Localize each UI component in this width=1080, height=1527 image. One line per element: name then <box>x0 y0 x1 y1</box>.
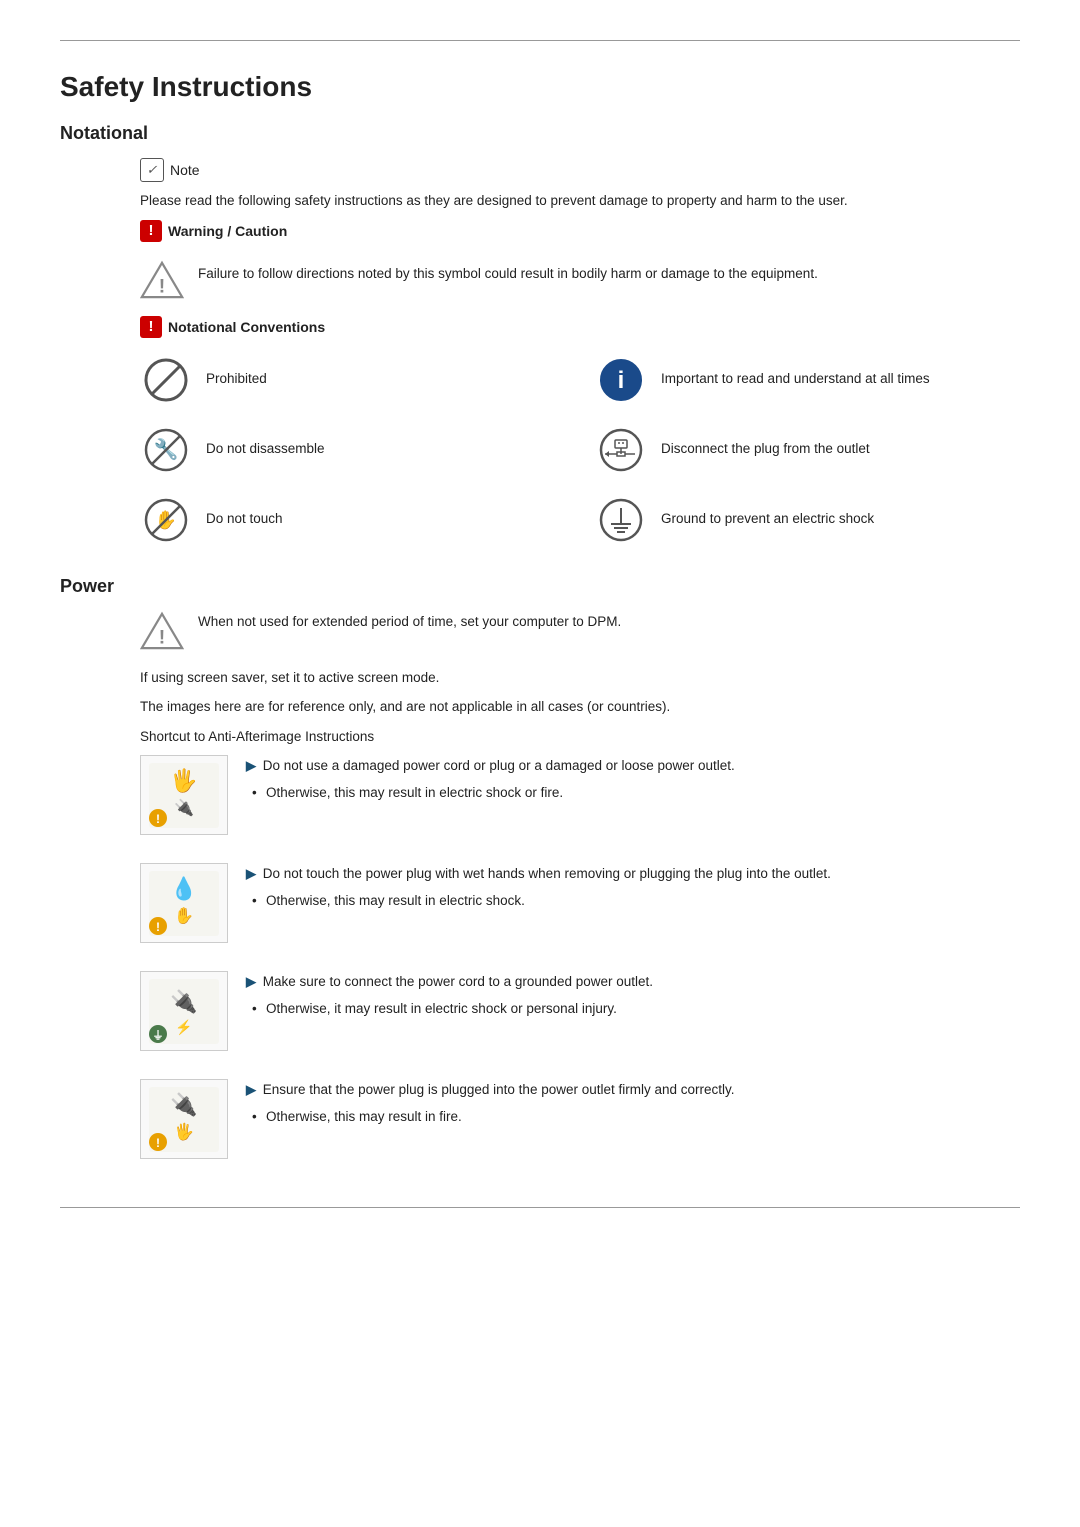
power-item-3-image: 🔌 ⚡ ⏚ <box>140 971 228 1051</box>
convention-disconnect: Disconnect the plug from the outlet <box>595 424 1020 476</box>
svg-text:!: ! <box>156 920 160 934</box>
svg-text:🔌: 🔌 <box>174 798 194 817</box>
power-item-2-headline: Do not touch the power plug with wet han… <box>263 866 831 881</box>
power-item-1-headline: Do not use a damaged power cord or plug … <box>263 758 735 773</box>
notational-conventions-row: ! Notational Conventions <box>140 316 1020 338</box>
svg-text:!: ! <box>159 626 165 648</box>
power-item-4-text: ▶ Ensure that the power plug is plugged … <box>246 1079 1020 1127</box>
important-icon: i <box>595 354 647 406</box>
power-item-1-image: 🖐 🔌 ! <box>140 755 228 835</box>
power-item-2-image: 💧 ✋ ! <box>140 863 228 943</box>
power-shortcut-text: Shortcut to Anti-Afterimage Instructions <box>140 729 374 744</box>
power-intro-line-1: When not used for extended period of tim… <box>198 611 621 633</box>
power-item-1: 🖐 🔌 ! ▶ Do not use a damaged power cord … <box>140 755 1020 843</box>
svg-text:i: i <box>618 367 625 394</box>
svg-text:!: ! <box>156 1136 160 1150</box>
power-item-2-bullet: Otherwise, this may result in electric s… <box>246 891 1020 911</box>
power-item-2: 💧 ✋ ! ▶ Do not touch the power plug with… <box>140 863 1020 951</box>
power-warning-block: ! When not used for extended period of t… <box>140 611 1020 651</box>
power-item-3-arrow-icon: ▶ <box>246 974 256 989</box>
note-description: Please read the following safety instruc… <box>140 190 1020 212</box>
power-intro-line-2: If using screen saver, set it to active … <box>140 667 1020 689</box>
note-icon-row: ✓ Note <box>140 158 200 182</box>
svg-text:!: ! <box>159 275 165 297</box>
power-item-3: 🔌 ⚡ ⏚ ▶ Make sure to connect the power c… <box>140 971 1020 1059</box>
power-item-4-bullet: Otherwise, this may result in fire. <box>246 1107 1020 1127</box>
bottom-divider <box>60 1207 1020 1208</box>
top-divider <box>60 40 1020 41</box>
svg-text:✋: ✋ <box>174 906 194 925</box>
disconnect-label: Disconnect the plug from the outlet <box>661 440 870 459</box>
conventions-exclaim-icon: ! <box>140 316 162 338</box>
notational-content: ✓ Note Please read the following safety … <box>60 158 1020 546</box>
convention-touch: ✋ Do not touch <box>140 494 565 546</box>
power-item-4-arrow-icon: ▶ <box>246 1082 256 1097</box>
power-intro-line-3: The images here are for reference only, … <box>140 696 1020 718</box>
page-title: Safety Instructions <box>60 71 1020 103</box>
power-item-4: 🔌 🖐 ! ▶ Ensure that the power plug is pl… <box>140 1079 1020 1167</box>
power-item-2-arrow-icon: ▶ <box>246 866 256 881</box>
power-content: ! When not used for extended period of t… <box>60 611 1020 1168</box>
power-shortcut-link[interactable]: Shortcut to Anti-Afterimage Instructions <box>140 726 1020 748</box>
convention-disassemble: 🔧 Do not disassemble <box>140 424 565 476</box>
conventions-grid: Prohibited i Important to read and under… <box>140 354 1020 546</box>
note-label: Note <box>170 162 200 178</box>
svg-text:🖐: 🖐 <box>170 767 197 795</box>
power-item-4-headline: Ensure that the power plug is plugged in… <box>263 1082 735 1097</box>
power-section-title: Power <box>60 576 1020 597</box>
warning-icon-row: ! Warning / Caution <box>140 220 287 242</box>
svg-text:!: ! <box>156 812 160 826</box>
touch-icon: ✋ <box>140 494 192 546</box>
warning-triangle-icon: ! <box>140 260 184 300</box>
svg-text:🖐: 🖐 <box>174 1122 194 1142</box>
convention-prohibited: Prohibited <box>140 354 565 406</box>
power-intro-texts: When not used for extended period of tim… <box>198 611 621 641</box>
power-item-3-headline: Make sure to connect the power cord to a… <box>263 974 653 989</box>
notational-section-title: Notational <box>60 123 1020 144</box>
disassemble-icon: 🔧 <box>140 424 192 476</box>
warning-exclaim-icon: ! <box>140 220 162 242</box>
warning-block: ! Failure to follow directions noted by … <box>140 260 1020 300</box>
svg-text:🔌: 🔌 <box>170 989 197 1014</box>
svg-text:⏚: ⏚ <box>153 1029 164 1042</box>
power-warning-triangle-icon: ! <box>140 611 184 651</box>
power-item-1-bullet: Otherwise, this may result in electric s… <box>246 783 1020 803</box>
notational-conventions-label: Notational Conventions <box>168 319 325 335</box>
note-icon: ✓ <box>140 158 164 182</box>
svg-text:🔌: 🔌 <box>170 1092 197 1117</box>
prohibited-label: Prohibited <box>206 370 267 389</box>
disconnect-icon <box>595 424 647 476</box>
prohibited-icon <box>140 354 192 406</box>
power-item-2-text: ▶ Do not touch the power plug with wet h… <box>246 863 1020 911</box>
touch-label: Do not touch <box>206 510 283 529</box>
power-item-1-text: ▶ Do not use a damaged power cord or plu… <box>246 755 1020 803</box>
important-label: Important to read and understand at all … <box>661 370 930 389</box>
convention-important: i Important to read and understand at al… <box>595 354 1020 406</box>
warning-label: Warning / Caution <box>168 223 287 239</box>
warning-description: Failure to follow directions noted by th… <box>198 260 818 284</box>
power-item-1-arrow-icon: ▶ <box>246 758 256 773</box>
svg-text:⚡: ⚡ <box>175 1019 192 1036</box>
convention-ground: Ground to prevent an electric shock <box>595 494 1020 546</box>
power-item-3-bullet: Otherwise, it may result in electric sho… <box>246 999 1020 1019</box>
power-item-4-image: 🔌 🖐 ! <box>140 1079 228 1159</box>
ground-label: Ground to prevent an electric shock <box>661 510 874 529</box>
ground-icon <box>595 494 647 546</box>
svg-text:💧: 💧 <box>170 876 197 901</box>
power-item-3-text: ▶ Make sure to connect the power cord to… <box>246 971 1020 1019</box>
disassemble-label: Do not disassemble <box>206 440 325 459</box>
